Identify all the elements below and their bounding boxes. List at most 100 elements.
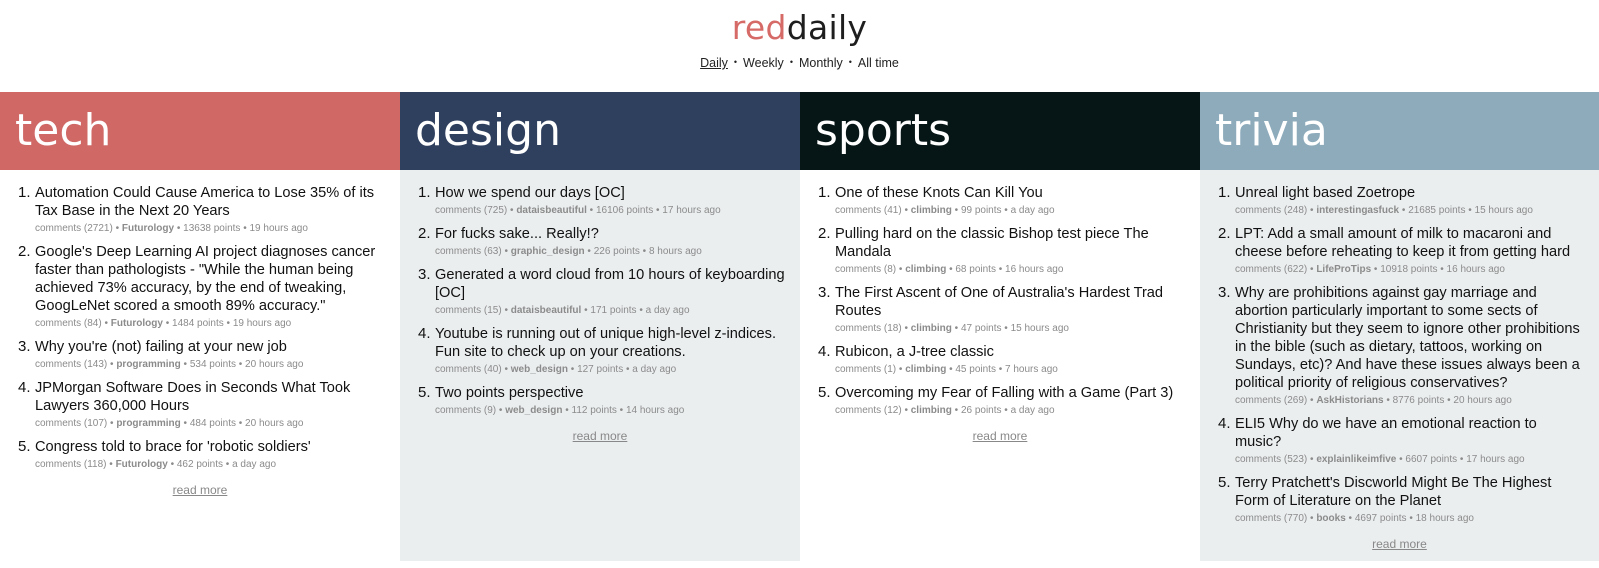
comments-link[interactable]: comments (12) [835,405,902,416]
post-meta: comments (41) • climbing • 99 points • a… [835,204,1186,217]
post-title-link[interactable]: How we spend our days [OC] [435,184,786,202]
comments-link[interactable]: comments (269) [1235,395,1307,406]
post-title-link[interactable]: Why you're (not) failing at your new job [35,338,386,356]
post-list: 1. Automation Could Cause America to Lose… [14,184,386,471]
post-title-link[interactable]: Generated a word cloud from 10 hours of … [435,266,786,302]
comments-link[interactable]: comments (523) [1235,454,1307,465]
meta-separator: • [951,205,961,216]
meta-separator: • [951,323,961,334]
column-header[interactable]: sports [800,92,1200,170]
post-title-link[interactable]: ELI5 Why do we have an emotional reactio… [1235,415,1585,451]
post-meta: comments (622) • LifeProTips • 10918 poi… [1235,263,1585,276]
points-label: 534 points [189,359,236,370]
points-label: 68 points [955,264,996,275]
post-title-link[interactable]: Why are prohibitions against gay marriag… [1235,284,1585,392]
comments-link[interactable]: comments (107) [35,418,107,429]
comments-link[interactable]: comments (248) [1235,205,1307,216]
comments-link[interactable]: comments (725) [435,205,507,216]
comments-link[interactable]: comments (9) [435,405,496,416]
read-more-link[interactable]: read more [414,429,786,443]
post-title-link[interactable]: Pulling hard on the classic Bishop test … [835,225,1186,261]
post-title-link[interactable]: Rubicon, a J-tree classic [835,343,1186,361]
points-label: 127 points [577,364,624,375]
column-design: design 1. How we spend our days [OC] commen… [400,92,800,561]
comments-link[interactable]: comments (143) [35,359,107,370]
points-label: 6607 points [1405,454,1458,465]
period-monthly[interactable]: Monthly [799,56,843,70]
post-rank: 3. [1218,284,1231,301]
points-label: 16106 points [595,205,654,216]
meta-separator: • [639,246,649,257]
post-title-link[interactable]: Two points perspective [435,384,786,402]
post-rank: 1. [418,184,431,201]
post-title-link[interactable]: LPT: Add a small amount of milk to macar… [1235,225,1585,261]
post-title-link[interactable]: Overcoming my Fear of Falling with a Gam… [835,384,1186,402]
comments-link[interactable]: comments (40) [435,364,502,375]
subreddit-label: climbing [910,405,952,416]
post-title-link[interactable]: One of these Knots Can Kill You [835,184,1186,202]
column-tech: tech 1. Automation Could Cause America to … [0,92,400,561]
meta-separator: • [507,205,517,216]
post-entry: ELI5 Why do we have an emotional reactio… [1235,415,1585,466]
post-entry: How we spend our days [OC] comments (725)… [435,184,786,217]
post-entry: LPT: Add a small amount of milk to macar… [1235,225,1585,276]
post-title-link[interactable]: JPMorgan Software Does in Seconds What T… [35,379,386,415]
post-title-link[interactable]: Google's Deep Learning AI project diagno… [35,243,386,315]
post-entry: Congress told to brace for 'robotic sold… [35,438,386,471]
comments-link[interactable]: comments (770) [1235,513,1307,524]
post-entry: One of these Knots Can Kill You comments … [835,184,1186,217]
time-label: 19 hours ago [232,318,292,329]
comments-link[interactable]: comments (18) [835,323,902,334]
list-item: 3. Generated a word cloud from 10 hours o… [414,266,786,317]
meta-separator: • [1001,405,1011,416]
post-entry: Two points perspective comments (9) • web… [435,384,786,417]
post-title-link[interactable]: Automation Could Cause America to Lose 3… [35,184,386,220]
logo[interactable]: reddaily [0,8,1599,47]
post-entry: Automation Could Cause America to Lose 3… [35,184,386,235]
read-more-link[interactable]: read more [814,429,1186,443]
time-label: 16 hours ago [1446,264,1505,275]
comments-link[interactable]: comments (41) [835,205,902,216]
post-rank: 3. [818,284,831,301]
subreddit-label: climbing [905,364,947,375]
post-list: 1. How we spend our days [OC] comments (72… [414,184,786,417]
subreddit-label: LifeProTips [1316,264,1372,275]
comments-link[interactable]: comments (63) [435,246,502,257]
subreddit-label: climbing [905,264,947,275]
time-label: 16 hours ago [1005,264,1064,275]
comments-link[interactable]: comments (15) [435,305,502,316]
post-title-link[interactable]: Terry Pratchett's Discworld Might Be The… [1235,474,1585,510]
time-label: a day ago [645,305,690,316]
period-separator: • [733,57,738,67]
column-header[interactable]: trivia [1200,92,1599,170]
meta-separator: • [1399,205,1409,216]
post-title-link[interactable]: For fucks sake... Really!? [435,225,786,243]
column-header[interactable]: tech [0,92,400,170]
column-trivia: trivia 1. Unreal light based Zoetrope comme… [1200,92,1599,561]
post-rank: 2. [18,243,31,260]
meta-separator: • [1371,264,1381,275]
period-weekly[interactable]: Weekly [743,56,784,70]
comments-link[interactable]: comments (84) [35,318,102,329]
post-title-link[interactable]: Congress told to brace for 'robotic sold… [35,438,386,456]
meta-separator: • [223,459,233,470]
post-title-link[interactable]: Youtube is running out of unique high-le… [435,325,786,361]
meta-separator: • [562,405,572,416]
post-title-link[interactable]: Unreal light based Zoetrope [1235,184,1585,202]
read-more-link[interactable]: read more [14,483,386,497]
category-columns: tech 1. Automation Could Cause America to … [0,92,1599,561]
comments-link[interactable]: comments (2721) [35,223,113,234]
comments-link[interactable]: comments (622) [1235,264,1307,275]
meta-separator: • [1406,513,1416,524]
meta-separator: • [1465,205,1475,216]
period-daily[interactable]: Daily [700,56,728,70]
read-more-link[interactable]: read more [1214,537,1585,551]
comments-link[interactable]: comments (8) [835,264,896,275]
post-title-link[interactable]: The First Ascent of One of Australia's H… [835,284,1186,320]
time-label: 14 hours ago [625,405,685,416]
period-all-time[interactable]: All time [858,56,899,70]
comments-link[interactable]: comments (1) [835,364,896,375]
column-header[interactable]: design [400,92,800,170]
comments-link[interactable]: comments (118) [35,459,107,470]
list-item: 3. The First Ascent of One of Australia's… [814,284,1186,335]
